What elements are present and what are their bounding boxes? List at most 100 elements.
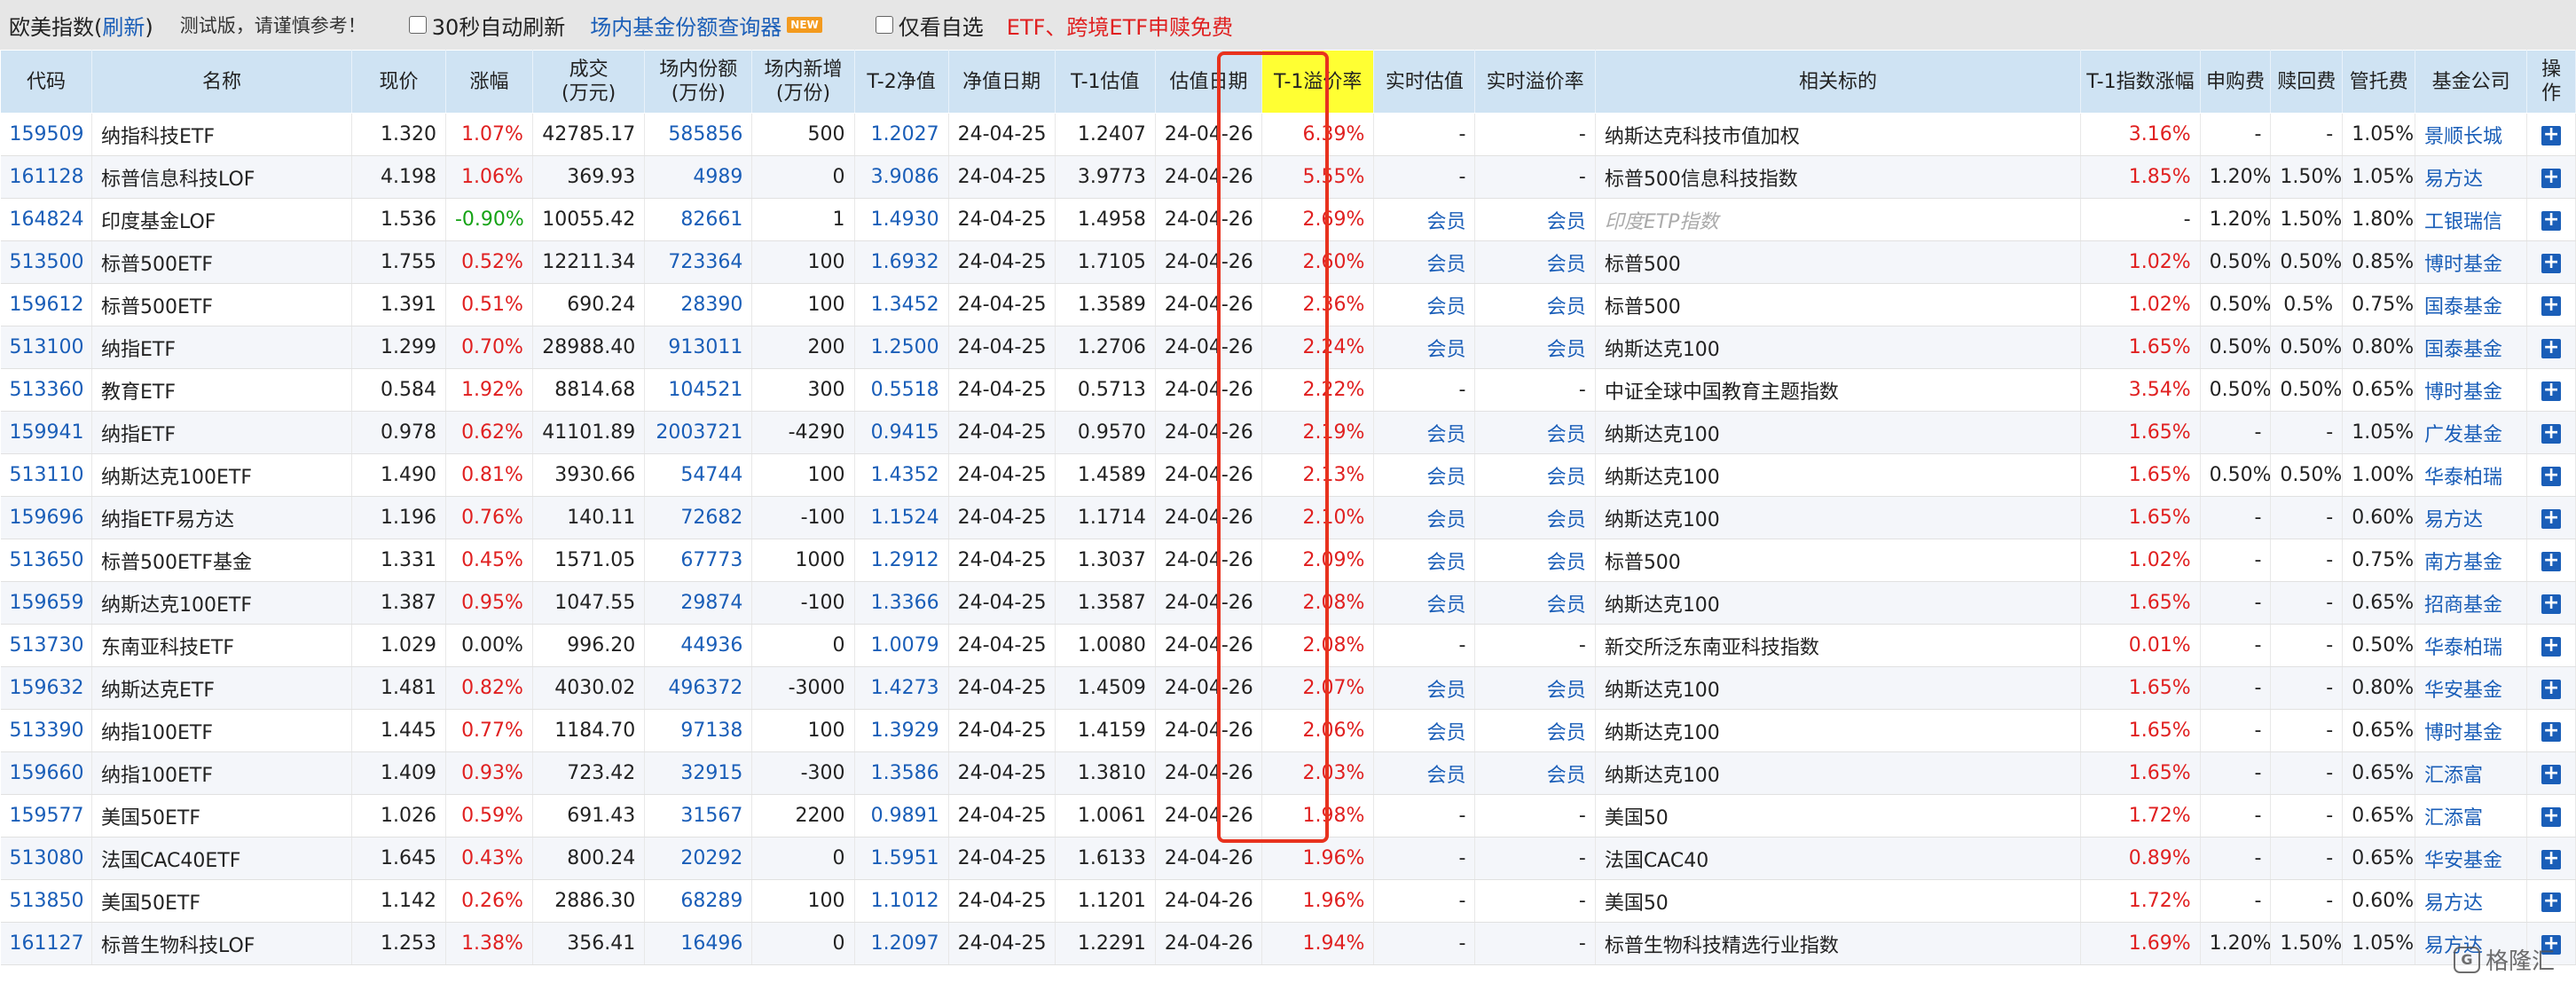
column-header[interactable]: 实时溢价率 [1474, 50, 1596, 114]
fund-code-link[interactable]: 513850 [0, 879, 93, 923]
shares-link[interactable]: 496372 [644, 666, 753, 710]
plus-icon[interactable]: + [2541, 338, 2562, 358]
plus-icon[interactable]: + [2541, 125, 2562, 145]
fund-company-link[interactable]: 易方达 [2415, 155, 2528, 199]
shares-link[interactable]: 28390 [644, 283, 753, 326]
realtime-estimate[interactable]: 会员 [1373, 751, 1476, 795]
fund-code-link[interactable]: 513730 [0, 624, 93, 667]
nav-link[interactable]: 1.4352 [854, 453, 949, 497]
column-header[interactable]: 管托费 [2342, 50, 2416, 114]
shares-link[interactable]: 32915 [644, 751, 753, 795]
realtime-premium[interactable]: 会员 [1474, 411, 1596, 454]
column-header[interactable]: T-1指数涨幅 [2080, 50, 2201, 114]
plus-icon[interactable]: + [2541, 806, 2562, 827]
shares-link[interactable]: 67773 [644, 539, 753, 582]
nav-link[interactable]: 1.5951 [854, 837, 949, 880]
fund-code-link[interactable]: 513080 [0, 837, 93, 880]
column-header[interactable]: 现价 [350, 50, 446, 114]
fund-company-link[interactable]: 华泰柏瑞 [2415, 624, 2528, 667]
realtime-premium[interactable]: 会员 [1474, 539, 1596, 582]
fund-company-link[interactable]: 易方达 [2415, 879, 2528, 923]
checkbox-icon[interactable] [875, 16, 893, 34]
nav-link[interactable]: 1.6932 [854, 240, 949, 284]
fund-code-link[interactable]: 513500 [0, 240, 93, 284]
fund-code-link[interactable]: 513360 [0, 368, 93, 412]
realtime-premium[interactable]: 会员 [1474, 240, 1596, 284]
fund-company-link[interactable]: 景顺长城 [2415, 113, 2528, 156]
shares-link[interactable]: 104521 [644, 368, 753, 412]
plus-icon[interactable]: + [2541, 679, 2562, 699]
plus-icon[interactable]: + [2541, 295, 2562, 316]
nav-link[interactable]: 1.1012 [854, 879, 949, 923]
fund-code-link[interactable]: 159632 [0, 666, 93, 710]
plus-icon[interactable]: + [2541, 594, 2562, 614]
realtime-estimate[interactable]: 会员 [1373, 453, 1476, 497]
fund-company-link[interactable]: 博时基金 [2415, 240, 2528, 284]
fund-code-link[interactable]: 159509 [0, 113, 93, 156]
realtime-premium[interactable]: 会员 [1474, 709, 1596, 752]
nav-link[interactable]: 1.2027 [854, 113, 949, 156]
nav-link[interactable]: 0.9891 [854, 794, 949, 838]
fund-company-link[interactable]: 国泰基金 [2415, 326, 2528, 369]
plus-icon[interactable]: + [2541, 636, 2562, 657]
nav-link[interactable]: 0.5518 [854, 368, 949, 412]
nav-link[interactable]: 1.2097 [854, 922, 949, 965]
realtime-premium[interactable]: 会员 [1474, 326, 1596, 369]
realtime-premium[interactable]: 会员 [1474, 198, 1596, 241]
realtime-premium[interactable]: 会员 [1474, 581, 1596, 625]
nav-link[interactable]: 1.3452 [854, 283, 949, 326]
fund-code-link[interactable]: 513650 [0, 539, 93, 582]
plus-icon[interactable]: + [2541, 508, 2562, 529]
realtime-estimate[interactable]: 会员 [1373, 496, 1476, 539]
plus-icon[interactable]: + [2541, 381, 2562, 401]
column-header[interactable]: 实时估值 [1373, 50, 1476, 114]
shares-link[interactable]: 97138 [644, 709, 753, 752]
fund-company-link[interactable]: 招商基金 [2415, 581, 2528, 625]
nav-link[interactable]: 1.2500 [854, 326, 949, 369]
shares-link[interactable]: 16496 [644, 922, 753, 965]
nav-link[interactable]: 1.3586 [854, 751, 949, 795]
fund-company-link[interactable]: 南方基金 [2415, 539, 2528, 582]
checkbox-icon[interactable] [408, 16, 427, 34]
fund-code-link[interactable]: 159696 [0, 496, 93, 539]
plus-icon[interactable]: + [2541, 210, 2562, 231]
nav-link[interactable]: 1.3929 [854, 709, 949, 752]
fund-code-link[interactable]: 513100 [0, 326, 93, 369]
fund-company-link[interactable]: 华泰柏瑞 [2415, 453, 2528, 497]
realtime-estimate[interactable]: 会员 [1373, 581, 1476, 625]
fund-company-link[interactable]: 广发基金 [2415, 411, 2528, 454]
plus-icon[interactable]: + [2541, 721, 2562, 742]
column-header[interactable]: 操作 [2526, 50, 2576, 114]
fund-code-link[interactable]: 164824 [0, 198, 93, 241]
column-header[interactable]: 代码 [0, 50, 93, 114]
realtime-estimate[interactable]: 会员 [1373, 240, 1476, 284]
realtime-premium[interactable]: 会员 [1474, 283, 1596, 326]
shares-link[interactable]: 82661 [644, 198, 753, 241]
fund-code-link[interactable]: 513110 [0, 453, 93, 497]
realtime-estimate[interactable]: 会员 [1373, 411, 1476, 454]
fund-code-link[interactable]: 513390 [0, 709, 93, 752]
realtime-premium[interactable]: 会员 [1474, 751, 1596, 795]
fund-company-link[interactable]: 博时基金 [2415, 709, 2528, 752]
column-header[interactable]: T-2净值 [853, 50, 949, 114]
realtime-estimate[interactable]: 会员 [1373, 326, 1476, 369]
fund-code-link[interactable]: 159577 [0, 794, 93, 838]
column-header[interactable]: 相关标的 [1594, 50, 2082, 114]
realtime-estimate[interactable]: 会员 [1373, 198, 1476, 241]
nav-link[interactable]: 1.4930 [854, 198, 949, 241]
share-query-link[interactable]: 场内基金份额查询器 NEW [590, 10, 822, 41]
realtime-estimate[interactable]: 会员 [1373, 283, 1476, 326]
realtime-estimate[interactable]: 会员 [1373, 666, 1476, 710]
column-header[interactable]: 场内新增 (万份) [751, 50, 855, 114]
plus-icon[interactable]: + [2541, 849, 2562, 869]
nav-link[interactable]: 1.1524 [854, 496, 949, 539]
plus-icon[interactable]: + [2541, 253, 2562, 273]
shares-link[interactable]: 723364 [644, 240, 753, 284]
realtime-premium[interactable]: 会员 [1474, 666, 1596, 710]
column-header[interactable]: 名称 [91, 50, 352, 114]
fund-company-link[interactable]: 华安基金 [2415, 666, 2528, 710]
nav-link[interactable]: 1.3366 [854, 581, 949, 625]
fund-code-link[interactable]: 159660 [0, 751, 93, 795]
fund-company-link[interactable]: 博时基金 [2415, 368, 2528, 412]
realtime-estimate[interactable]: 会员 [1373, 709, 1476, 752]
